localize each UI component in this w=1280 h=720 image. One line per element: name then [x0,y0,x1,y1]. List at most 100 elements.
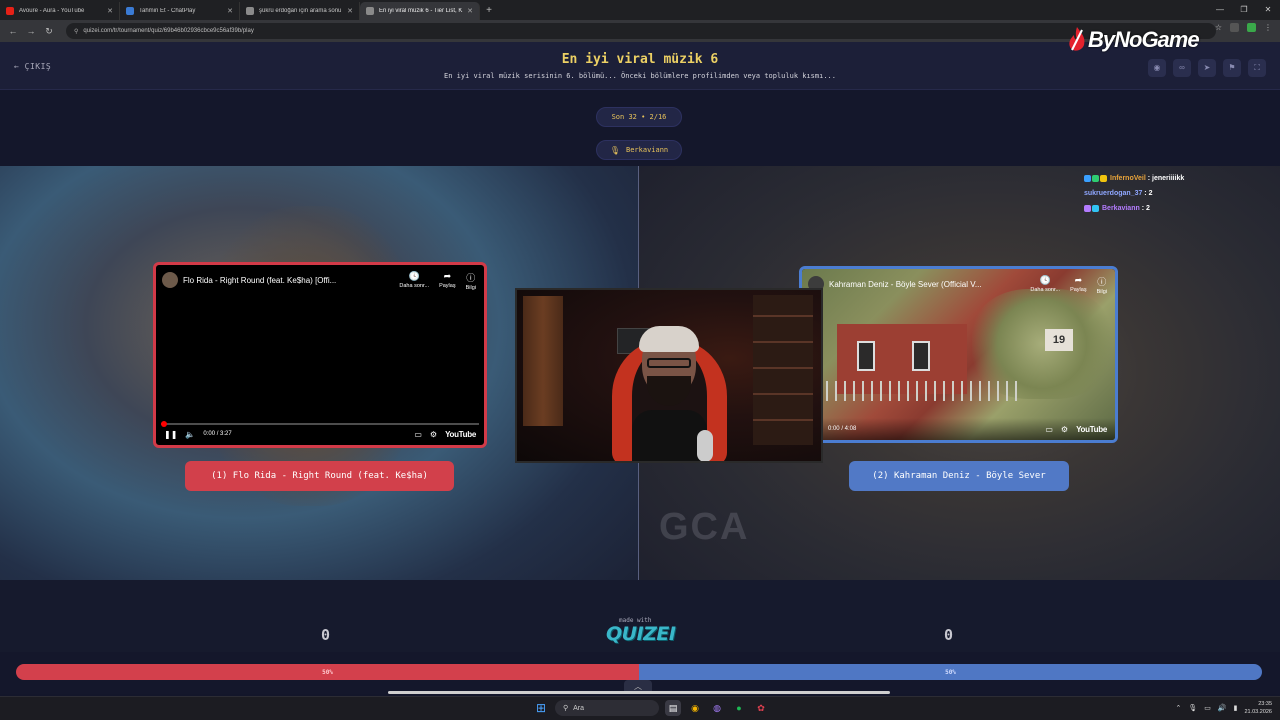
left-video-player[interactable]: Flo Rida - Right Round (feat. Ke$ha) [Of… [153,262,487,448]
browser-tab-active[interactable]: En iyi viral müzik 6 - Tier List, K ✕ [360,2,480,20]
right-video-player[interactable]: 19 Kahraman Deniz - Böyle Sever (Officia… [799,266,1118,443]
browser-tab[interactable]: Tahmin Et - ChatPlay ✕ [120,2,240,20]
stream-chat-overlay: InfernoVeil : jeneriiiikk sukruerdogan_3… [1084,171,1264,216]
browser-tab[interactable]: şükrü erdoğan için arama sonu ✕ [240,2,360,20]
volume-icon[interactable]: 🔈 [185,430,195,439]
chatplay-favicon-icon [126,7,134,15]
youtube-logo[interactable]: YouTube [1076,425,1107,434]
webcam-microphone [697,430,713,461]
extension-icon[interactable] [1247,23,1256,32]
subtitles-icon[interactable]: ▭ [1045,425,1053,434]
tab-title: şükrü erdoğan için arama sonu [259,8,342,14]
taskbar-search[interactable]: ⚲ Ara [555,700,659,716]
info-icon: ⓘ [1097,277,1107,287]
microphone-tray-icon[interactable]: 🎙 [1188,704,1197,712]
extension-icon[interactable] [1230,23,1239,32]
send-icon[interactable]: ➤ [1198,59,1216,77]
badge-icon [1084,205,1091,212]
app-icon[interactable]: ✿ [753,700,769,716]
share-button[interactable]: ➦ Paylaş [439,271,456,291]
url-field[interactable]: ⚲ quizei.com/tr/tournament/quiz/69b46b02… [66,23,1216,39]
horizontal-scrollbar[interactable] [388,691,890,694]
taskbar-apps: ⊞ ⚲ Ara ▤ ◉ ◍ ● ✿ [533,700,769,716]
share-label: Paylaş [439,283,456,289]
badge-icon [1100,175,1107,182]
choice-right-button[interactable]: (2) Kahraman Deniz - Böyle Sever [849,461,1069,491]
taskbar-clock[interactable]: 23:35 21.03.2026 [1244,700,1272,716]
webcam-overlay [515,288,823,463]
spotify-icon[interactable]: ● [731,700,747,716]
battery-icon[interactable]: ▮ [1234,704,1238,712]
address-bar-actions: ☆ ⋮ [1215,23,1272,32]
chat-message: InfernoVeil : jeneriiiikk [1084,171,1264,186]
browser-tab[interactable]: Avoure - Aura - YouTube ✕ [0,2,120,20]
pause-icon[interactable]: ❚❚ [164,430,177,439]
video-time: 0:00 / 3:27 [203,431,232,437]
eye-icon[interactable]: ◉ [1148,59,1166,77]
tab-title: En iyi viral müzik 6 - Tier List, K [379,8,463,14]
chat-text: 2 [1145,205,1150,212]
chat-username: Berkaviann [1102,205,1140,212]
webcam-shelf [753,295,813,445]
minimize-icon[interactable]: — [1208,0,1232,20]
bynogame-logo: ByNoGame [1066,24,1200,56]
choice-left-button[interactable]: (1) Flo Rida - Right Round (feat. Ke$ha) [185,461,454,491]
right-vote-fill: 50% [639,664,1262,680]
settings-gear-icon[interactable]: ⚙ [1061,425,1068,434]
info-button[interactable]: ⓘ Bilgi [1097,275,1107,295]
file-explorer-icon[interactable]: ▤ [665,700,681,716]
search-favicon-icon [246,7,254,15]
bookmark-star-icon[interactable]: ☆ [1215,23,1222,32]
channel-avatar[interactable] [162,272,178,288]
video-title[interactable]: Kahraman Deniz - Böyle Sever (Official V… [829,280,999,289]
site-info-icon[interactable]: ⚲ [74,28,78,35]
forward-arrow-icon[interactable]: → [24,26,38,36]
badge-icon [1084,175,1091,182]
close-tab-icon[interactable]: ✕ [107,7,113,15]
info-label: Bilgi [1096,289,1107,295]
maximize-icon[interactable]: ❐ [1232,0,1256,20]
windows-start-icon[interactable]: ⊞ [533,700,549,716]
watch-later-button[interactable]: 🕓 Daha sonr... [399,271,429,291]
watch-later-button[interactable]: 🕓 Daha sonr... [1030,275,1060,295]
thumbnail-window [857,341,875,371]
badge-icon [1092,205,1099,212]
close-window-icon[interactable]: ✕ [1256,0,1280,20]
flag-icon[interactable]: ⚑ [1223,59,1241,77]
youtube-favicon-icon [6,7,14,15]
link-icon[interactable]: ∞ [1173,59,1191,77]
reload-icon[interactable]: ↻ [42,26,56,37]
close-tab-icon[interactable]: ✕ [467,7,473,15]
video-top-actions: 🕓 Daha sonr... ➦ Paylaş ⓘ Bilgi [1030,275,1107,295]
video-title[interactable]: Flo Rida - Right Round (feat. Ke$ha) [Of… [183,276,363,285]
close-tab-icon[interactable]: ✕ [227,7,233,15]
info-button[interactable]: ⓘ Bilgi [466,271,476,291]
close-tab-icon[interactable]: ✕ [347,7,353,15]
webcam-person-cap [639,326,699,352]
fullscreen-icon[interactable]: ⛶ [1248,59,1266,77]
share-label: Paylaş [1070,287,1087,293]
clock-icon: 🕓 [1039,275,1051,285]
chat-username: InfernoVeil [1110,175,1146,182]
system-tray: ⌃ 🎙 ▭ 🔊 ▮ 23:35 21.03.2026 [1176,700,1273,716]
thumbnail-fence [817,381,1017,401]
network-icon[interactable]: ▭ [1204,704,1211,712]
streamer-name: Berkaviann [626,146,669,154]
back-arrow-icon[interactable]: ← [6,26,20,36]
share-arrow-icon: ➦ [443,271,452,281]
chrome-icon[interactable]: ◉ [687,700,703,716]
youtube-logo[interactable]: YouTube [445,430,476,439]
window-controls: — ❐ ✕ [1208,0,1280,20]
quizei-logo[interactable]: QUIZEI [606,623,676,645]
info-label: Bilgi [465,285,476,291]
share-button[interactable]: ➦ Paylaş [1070,275,1087,295]
subtitles-icon[interactable]: ▭ [414,430,422,439]
discord-icon[interactable]: ◍ [709,700,725,716]
speaker-icon[interactable]: 🔊 [1218,704,1227,712]
badge-icon [1092,175,1099,182]
settings-gear-icon[interactable]: ⚙ [430,430,437,439]
new-tab-plus-icon[interactable]: + [480,2,498,20]
menu-dots-icon[interactable]: ⋮ [1264,23,1272,32]
tray-chevron-icon[interactable]: ⌃ [1176,704,1182,712]
video-controls: 🔇 0:00 / 4:08 ▭ ⚙ YouTube [802,418,1115,440]
